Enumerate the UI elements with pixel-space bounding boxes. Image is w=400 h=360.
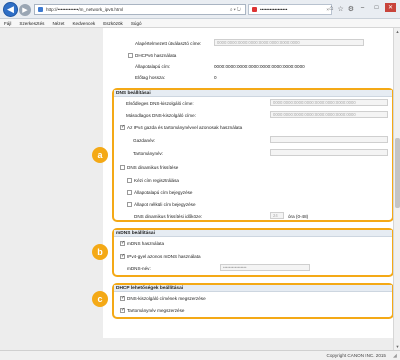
marker-b: b [92,244,108,260]
same-host-domain-label: Az IPv4 gazda és tartománynévvel azonosa… [127,125,243,130]
stateful-address-label: Állapotalapú cím: [135,64,171,69]
primary-dns-label: Elsődleges DNS-kiszolgáló címe: [126,101,194,106]
back-button[interactable]: ◀ [3,2,18,17]
mdns-settings-title: mDNS beállításai [114,230,392,237]
address-url[interactable]: http://•••••••••••••/m_network_ipv6.html [46,7,230,12]
minimize-button[interactable]: – [357,3,368,12]
secondary-dns-field[interactable]: 0000:0000:0000:0000:0000:0000:0000:0000 [270,111,388,118]
secondary-dns-label: Másodlagos DNS-kiszolgáló címe: [126,113,196,118]
mdns-same-ipv4-label: IPv4-gyel azonos mDNS használata [127,254,201,259]
forward-button[interactable]: ▶ [19,4,31,16]
address-bar[interactable]: http://•••••••••••••/m_network_ipv6.html… [34,4,246,15]
menu-view[interactable]: Nézet [52,21,64,26]
maximize-button[interactable]: □ [371,3,382,12]
vertical-scrollbar[interactable]: ▲ ▼ [393,28,400,350]
domain-name-field[interactable] [270,149,388,156]
update-interval-label: DNS dinamikus frissítési időköze: [134,214,203,219]
same-host-domain-checkbox[interactable] [120,124,125,130]
resize-grip-icon[interactable]: ◢ [393,353,399,359]
menu-tools[interactable]: Eszközök [103,21,123,26]
tab-favicon-icon [252,7,257,12]
browser-tab[interactable]: ••••••••••••••••• × [248,4,332,15]
primary-dns-field[interactable]: 0000:0000:0000:0000:0000:0000:0000:0000 [270,99,388,106]
update-interval-field[interactable]: 24 [270,212,284,219]
favorites-star-icon[interactable]: ☆ [337,5,343,13]
refresh-icon[interactable]: ⌕▾↻ [230,7,245,13]
stateless-registration-label: Állapot nélküli cím bejegyzése [134,202,196,207]
get-dns-server-checkbox[interactable] [120,295,125,301]
marker-a: a [92,147,108,163]
prefix-length-label: Előtag hossza: [135,75,166,80]
manual-registration-checkbox[interactable] [127,178,132,183]
page-icon [38,7,43,12]
tab-title: ••••••••••••••••• [260,7,288,12]
mdns-name-label: mDNS-név: [127,266,151,271]
home-icon[interactable]: ⌂ [329,5,333,13]
page-footer: Copyright CANON INC. 2015 ◢ [0,350,400,360]
scroll-down-icon[interactable]: ▼ [394,343,400,350]
stateful-address-value: 0000:0000:0000:0000:0000:0000:0000:0000 [214,64,305,69]
mdns-same-ipv4-checkbox[interactable] [120,253,125,259]
update-interval-unit: óra (0-48) [288,214,309,219]
browser-titlebar: ◀ ▶ http://•••••••••••••/m_network_ipv6.… [0,0,400,19]
default-router-label: Alapértelmezett útválasztó címe: [135,41,202,46]
get-dns-server-label: DNS-kiszolgáló címének megszerzése [127,296,206,301]
copyright-text: Copyright CANON INC. 2015 [326,353,387,358]
get-domain-name-checkbox[interactable] [120,307,125,313]
default-router-field: 0000:0000:0000:0000:0000:0000:0000:0000 [214,39,364,46]
hostname-label: Gazdanév: [133,138,156,143]
back-arrow-icon: ◀ [7,4,14,14]
stateful-registration-checkbox[interactable] [127,190,132,195]
menu-file[interactable]: Fájl [4,21,11,26]
mdns-use-label: mDNS használata [127,241,165,246]
mdns-name-field[interactable]: •••••••••••••••• [220,264,310,271]
dns-settings-title: DNS beállításai [114,90,392,97]
menu-edit[interactable]: Szerkesztés [19,21,44,26]
dhcpv6-label: DHCPv6 használata [135,53,177,58]
dhcpv6-checkbox[interactable] [128,53,133,58]
domain-name-label: Tartománynév: [133,151,164,156]
scroll-thumb[interactable] [395,138,400,208]
manual-registration-label: Kézi cím regisztrálása [134,178,179,183]
mdns-use-checkbox[interactable] [120,240,125,246]
dns-dynamic-update-label: DNS dinamikus frissítése [127,165,179,170]
hostname-field[interactable] [270,136,388,143]
settings-gear-icon[interactable]: ⚙ [348,5,354,13]
forward-arrow-icon: ▶ [22,7,28,14]
menu-help[interactable]: Súgó [131,21,142,26]
dhcp-options-section: DHCP lehetőségek beállításai [112,283,394,319]
get-domain-name-label: Tartománynév megszerzése [127,308,185,313]
close-window-button[interactable]: ✕ [385,3,396,12]
scroll-up-icon[interactable]: ▲ [394,28,400,35]
stateless-registration-checkbox[interactable] [127,202,132,207]
prefix-length-value: 0 [214,75,217,80]
dns-dynamic-update-checkbox[interactable] [120,165,125,170]
stateful-registration-label: Állapotalapú cím bejegyzése [134,190,193,195]
dhcp-options-title: DHCP lehetőségek beállításai [114,285,392,292]
menu-favorites[interactable]: Kedvencek [72,21,95,26]
menu-bar: Fájl Szerkesztés Nézet Kedvencek Eszközö… [0,19,400,28]
marker-c: c [92,291,108,307]
